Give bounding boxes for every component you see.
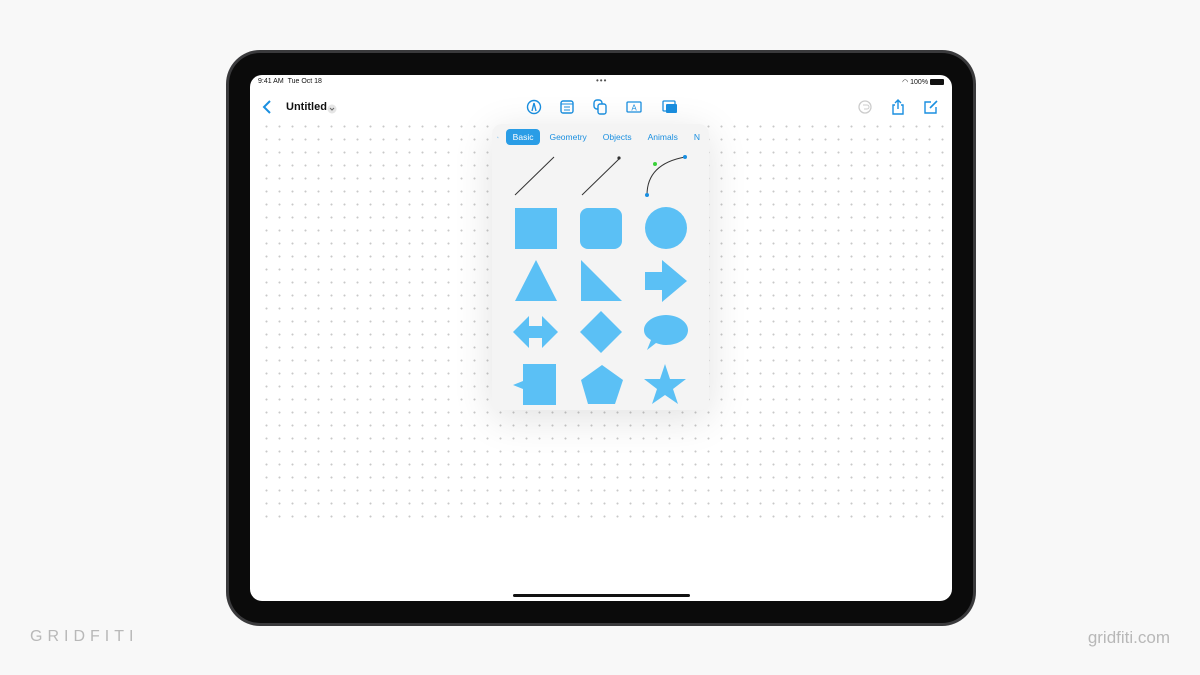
undo-icon[interactable]	[857, 99, 873, 115]
compose-icon[interactable]	[923, 99, 939, 115]
gridfiti-logo: GRIDFITI	[30, 628, 139, 645]
shape-circle[interactable]	[645, 207, 687, 249]
shape-line[interactable]	[514, 156, 555, 196]
shapes-popover: Basic Geometry Objects Animals N	[492, 124, 709, 410]
back-chevron-icon[interactable]	[260, 99, 276, 115]
sticky-note-icon[interactable]	[559, 99, 575, 115]
share-icon[interactable]	[890, 99, 906, 115]
shape-square[interactable]	[515, 208, 557, 249]
status-date: Tue Oct 18	[287, 78, 322, 85]
shape-star[interactable]	[644, 364, 686, 404]
svg-text:A: A	[631, 104, 637, 113]
shapes-icon[interactable]	[592, 99, 608, 115]
ipad-frame: 9:41 AM Tue Oct 18 ◠ 100% ••• Untitled A…	[226, 50, 976, 626]
shape-arrow-line[interactable]	[581, 156, 621, 196]
wifi-icon: ◠	[902, 79, 909, 86]
shape-arrow[interactable]	[645, 260, 687, 302]
text-box-icon[interactable]: A	[626, 99, 642, 115]
bezel: 9:41 AM Tue Oct 18 ◠ 100% ••• Untitled A…	[229, 53, 973, 623]
multitasking-dots[interactable]: •••	[596, 76, 607, 85]
shape-callout-square[interactable]	[513, 364, 556, 405]
freeform-screen: 9:41 AM Tue Oct 18 ◠ 100% ••• Untitled A…	[250, 75, 952, 601]
battery-icon	[930, 79, 944, 86]
toolbar: Untitled A	[250, 97, 952, 119]
shape-right-triangle[interactable]	[581, 260, 622, 301]
pen-icon[interactable]	[526, 99, 542, 115]
shape-curve[interactable]	[645, 155, 687, 197]
title-menu-chevron-icon[interactable]	[327, 104, 337, 114]
shape-diamond[interactable]	[580, 311, 622, 353]
status-time: 9:41 AM	[258, 78, 284, 85]
shape-rounded-square[interactable]	[580, 208, 622, 249]
shape-triangle[interactable]	[515, 260, 557, 301]
shape-double-arrow[interactable]	[513, 316, 558, 348]
shape-grid	[513, 155, 688, 405]
home-indicator[interactable]	[513, 594, 690, 597]
media-icon[interactable]	[662, 99, 678, 115]
document-title[interactable]: Untitled	[286, 101, 327, 113]
battery-label: 100%	[910, 79, 929, 86]
shape-pentagon[interactable]	[581, 365, 623, 404]
gridfiti-url: gridfiti.com	[1087, 628, 1170, 647]
shape-speech-bubble[interactable]	[644, 315, 688, 350]
